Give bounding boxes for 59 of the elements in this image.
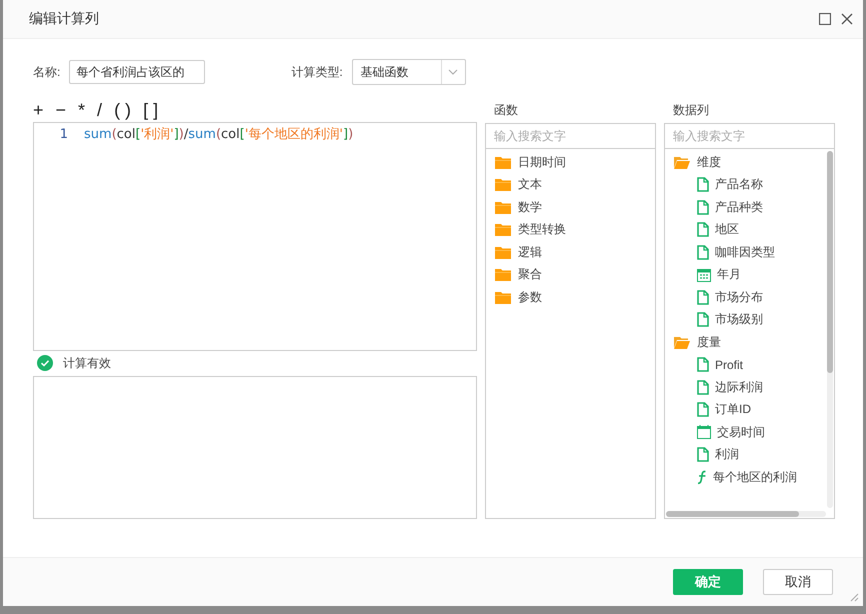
horizontal-scrollbar[interactable] [666, 511, 826, 517]
tree-folder-item[interactable]: 维度 [665, 151, 826, 174]
calendar-grid-icon [697, 268, 711, 282]
operator-button[interactable]: + [33, 100, 50, 119]
tree-item[interactable]: 利润 [665, 444, 826, 466]
document-icon [697, 244, 709, 260]
tree-folder-item[interactable]: 逻辑 [486, 241, 655, 264]
tree-folder-item[interactable]: 聚合 [486, 264, 655, 286]
cancel-button[interactable]: 取消 [763, 569, 833, 595]
document-icon [697, 447, 709, 462]
document-icon [697, 402, 709, 418]
document-icon [697, 357, 709, 372]
window-title: 编辑计算列 [29, 10, 99, 28]
function-icon [697, 470, 707, 485]
calc-type-label: 计算类型: [291, 64, 343, 80]
document-icon [697, 290, 709, 305]
tree-folder-item[interactable]: 类型转换 [486, 218, 655, 241]
panel-title: 数据列 [672, 102, 710, 119]
code-line: sum(col['利润'])/sum(col['每个地区的利润']) [84, 126, 354, 144]
tree-item[interactable]: 产品种类 [665, 196, 826, 218]
operator-button[interactable]: [ ] [143, 100, 164, 119]
document-icon [697, 312, 709, 328]
name-label: 名称: [33, 64, 60, 80]
resize-grip-icon[interactable] [849, 592, 859, 602]
tree-item[interactable]: 市场分布 [665, 286, 826, 308]
tree-folder-item[interactable]: 度量 [665, 331, 826, 354]
vertical-scrollbar[interactable] [827, 151, 833, 508]
tree-item[interactable]: 地区 [665, 218, 826, 241]
document-icon [697, 222, 709, 238]
tree-folder-item[interactable]: 参数 [486, 286, 655, 308]
calc-type-dropdown[interactable]: 基础函数 [352, 59, 466, 85]
maximize-icon[interactable] [819, 13, 831, 25]
tree-folder-item[interactable]: 文本 [486, 174, 655, 196]
tree-item[interactable]: Profit [665, 354, 826, 376]
tree-item[interactable]: 每个地区的利润 [665, 466, 826, 488]
operator-button[interactable]: / [97, 100, 108, 119]
tree-item[interactable]: 产品名称 [665, 174, 826, 196]
operator-button[interactable]: * [78, 100, 92, 119]
tree-item[interactable]: 订单ID [665, 398, 826, 421]
document-icon [697, 200, 709, 215]
chevron-down-icon [448, 69, 458, 75]
tree-item[interactable]: 边际利润 [665, 376, 826, 398]
formula-editor[interactable]: 1 sum(col['利润'])/sum(col['每个地区的利润']) [33, 122, 477, 351]
document-icon [697, 380, 709, 395]
tree-item[interactable]: 市场级别 [665, 308, 826, 331]
tree-item[interactable]: 咖啡因类型 [665, 241, 826, 264]
tree-folder-item[interactable]: 数学 [486, 196, 655, 218]
panel-title: 函数 [493, 102, 519, 119]
tree-folder-item[interactable]: 日期时间 [486, 151, 655, 174]
document-icon [697, 177, 709, 192]
name-field[interactable]: 每个省利润占该区的 [69, 60, 206, 84]
operator-button[interactable]: ( ) [114, 100, 138, 119]
tree-item[interactable]: 交易时间 [665, 421, 826, 444]
validation-message: 计算有效 [63, 354, 111, 372]
operator-button[interactable]: − [56, 100, 72, 119]
close-icon[interactable] [841, 13, 853, 25]
tree-item[interactable]: 年月 [665, 264, 826, 286]
calendar-icon [697, 425, 711, 440]
line-number: 1 [58, 126, 69, 142]
